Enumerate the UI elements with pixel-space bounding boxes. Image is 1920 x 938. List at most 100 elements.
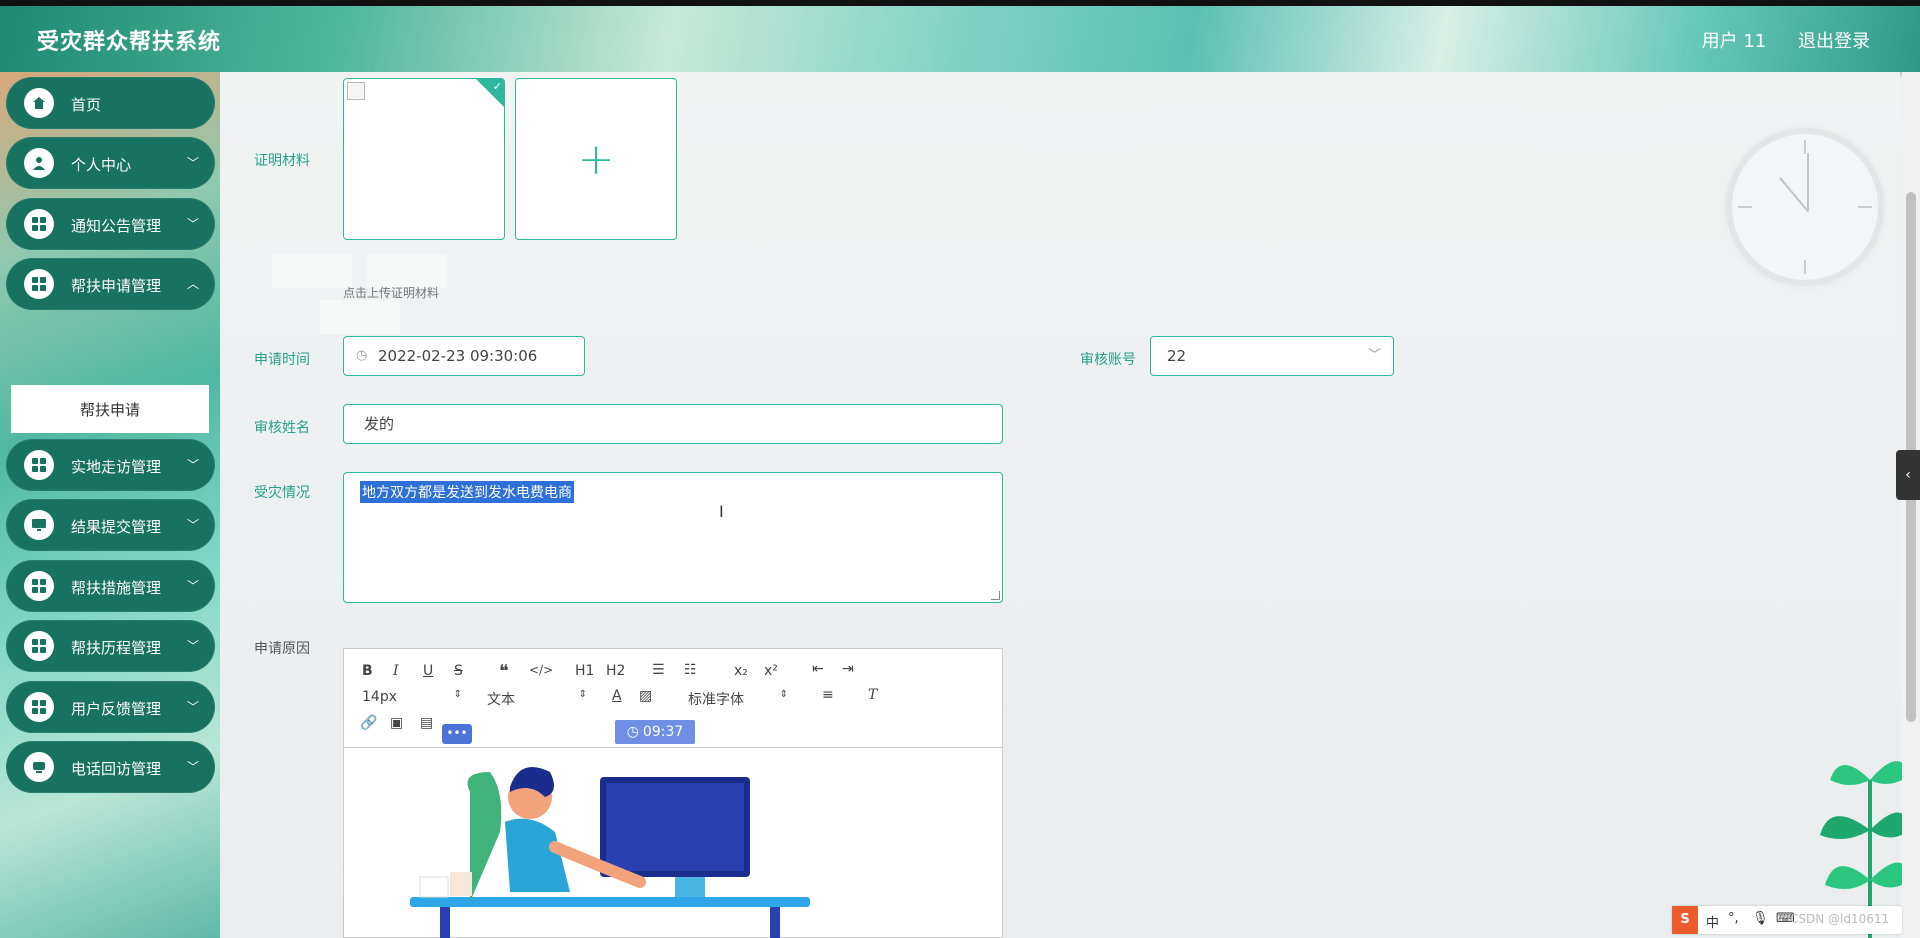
time-badge: ◷ 09:37 (615, 720, 695, 744)
time-badge-value: 09:37 (642, 724, 684, 740)
review-name-label: 审核姓名 (254, 420, 310, 436)
app-header: 受灾群众帮扶系统 用户 11 退出登录 (0, 0, 1920, 72)
resize-grip[interactable] (991, 591, 1000, 600)
sidebar-item-history[interactable]: 帮扶历程管理 ﹀ (6, 620, 215, 672)
chevron-down-icon: ﹀ (1367, 348, 1381, 363)
disaster-label: 受灾情况 (254, 485, 310, 501)
bold-button[interactable]: B (362, 663, 373, 679)
chevron-down-icon: ﹀ (186, 639, 199, 653)
italic-button[interactable]: I (393, 663, 399, 679)
sidebar-item-label: 帮扶申请管理 (71, 277, 162, 295)
ime-logo: S (1672, 906, 1698, 934)
font-color-icon[interactable]: A (612, 688, 622, 704)
code-button[interactable]: </> (529, 663, 553, 677)
proof-label: 证明材料 (254, 153, 310, 169)
updown-icon: ⇕ (779, 689, 788, 700)
sidebar-item-notice[interactable]: 通知公告管理 ﹀ (6, 198, 215, 250)
clock-tick (1804, 260, 1806, 274)
clear-format-icon[interactable]: T (868, 687, 877, 703)
upload-hint: 点击上传证明材料 (343, 286, 440, 300)
align-icon[interactable]: ≡ (822, 687, 834, 703)
home-icon (24, 88, 54, 118)
sidebar-item-measure[interactable]: 帮扶措施管理 ﹀ (6, 560, 215, 612)
sidebar-item-label: 实地走访管理 (71, 458, 162, 476)
ordered-list-icon[interactable]: ☰ (652, 662, 665, 678)
monitor-icon (24, 510, 54, 540)
subscript-button[interactable]: x₂ (734, 663, 748, 679)
watermark: CSDN @ld10611 (1790, 912, 1890, 926)
h1-button[interactable]: H1 (575, 663, 594, 679)
clock-hand-minute (1807, 153, 1809, 211)
image-icon[interactable]: ▣ (390, 715, 403, 731)
clock-icon: ◷ (356, 348, 368, 363)
chevron-down-icon: ﹀ (186, 518, 199, 532)
apply-time-value: 2022-02-23 09:30:06 (378, 347, 538, 365)
person-at-desk-illustration (410, 767, 810, 938)
chevron-down-icon: ﹀ (186, 700, 199, 714)
wall-clock-decoration (1726, 128, 1884, 286)
chevron-down-icon: ﹀ (186, 579, 199, 593)
indent-icon[interactable]: ⇥ (842, 661, 854, 677)
main-content: 证明材料 ✓ + 点击上传证明材料 申请时间 ◷ 2022-02-23 09:3… (220, 72, 1900, 938)
sidebar-item-feedback[interactable]: 用户反馈管理 ﹀ (6, 681, 215, 733)
logout-link[interactable]: 退出登录 (1798, 31, 1870, 52)
review-name-input[interactable]: 发的 (343, 404, 1003, 444)
decor-box (272, 254, 352, 288)
font-size-value: 14px (362, 689, 397, 705)
sidebar-item-label: 首页 (71, 96, 102, 114)
clock-tick (1738, 206, 1752, 208)
sidebar-item-result[interactable]: 结果提交管理 ﹀ (6, 499, 215, 551)
more-badge[interactable]: ••• (442, 724, 472, 744)
header-user-area: 用户 11 退出登录 (1676, 27, 1870, 53)
bg-color-icon[interactable]: ▨ (639, 688, 652, 704)
chevron-up-icon: ︿ (186, 277, 199, 291)
sidebar-item-apply[interactable]: 帮扶申请管理 ︿ (6, 258, 215, 310)
grid-icon (24, 571, 54, 601)
video-icon[interactable]: ▤ (420, 715, 433, 731)
review-account-select[interactable]: 22 ﹀ (1150, 336, 1394, 376)
h2-button[interactable]: H2 (606, 663, 625, 679)
sidebar-item-callback[interactable]: 电话回访管理 ﹀ (6, 741, 215, 793)
bullet-list-icon[interactable]: ☷ (684, 662, 697, 678)
clock-tick (1804, 140, 1806, 154)
font-family-value: 标准字体 (688, 692, 744, 708)
punctuation-icon[interactable]: °, (1728, 911, 1739, 926)
font-size-select[interactable]: 14px ⇕ (362, 689, 462, 705)
phone-icon (24, 752, 54, 782)
microphone-icon[interactable]: 🎙 (1752, 911, 1769, 926)
disaster-textarea[interactable]: 地方双方都是发送到发水电费电商 (343, 472, 1003, 603)
underline-button[interactable]: U (423, 663, 433, 679)
collapse-panel-button[interactable]: ‹ (1896, 450, 1920, 500)
sidebar-item-label: 电话回访管理 (71, 760, 162, 778)
grid-icon (24, 692, 54, 722)
chevron-down-icon: ﹀ (186, 760, 199, 774)
sidebar-item-personal[interactable]: 个人中心 ﹀ (6, 137, 215, 189)
clock-hand-hour (1779, 177, 1809, 213)
apply-time-input[interactable]: ◷ 2022-02-23 09:30:06 (343, 336, 585, 376)
current-user[interactable]: 用户 11 (1702, 31, 1767, 52)
upload-add-button[interactable]: + (515, 78, 677, 240)
ime-lang[interactable]: 中 (1706, 912, 1719, 931)
broken-image-icon (347, 82, 365, 100)
grid-icon (24, 209, 54, 239)
quote-button[interactable]: ❝ (499, 661, 509, 682)
strike-button[interactable]: S (454, 663, 463, 679)
uploaded-file-thumb[interactable]: ✓ (343, 78, 505, 240)
sidebar-item-home[interactable]: 首页 (6, 77, 215, 129)
updown-icon: ⇕ (578, 689, 587, 700)
link-icon[interactable]: 🔗 (360, 715, 377, 731)
disaster-value: 地方双方都是发送到发水电费电商 (360, 481, 574, 503)
sidebar: 首页 个人中心 ﹀ 通知公告管理 ﹀ 帮扶申请管理 ︿ 帮扶申请 实地走访管理 … (0, 72, 220, 938)
review-account-label: 审核账号 (1080, 352, 1136, 368)
sidebar-item-label: 帮扶历程管理 (71, 639, 162, 657)
outdent-icon[interactable]: ⇤ (812, 661, 824, 677)
block-type-select[interactable]: 文本 ⇕ (487, 689, 587, 709)
superscript-button[interactable]: x² (764, 663, 778, 679)
font-family-select[interactable]: 标准字体 ⇕ (688, 689, 788, 709)
page-scrollbar[interactable] (1902, 72, 1920, 938)
chevron-down-icon: ﹀ (186, 156, 199, 170)
sidebar-item-visit[interactable]: 实地走访管理 ﹀ (6, 439, 215, 491)
user-icon (24, 148, 54, 178)
grid-icon (24, 269, 54, 299)
sidebar-subitem-apply[interactable]: 帮扶申请 (11, 385, 209, 433)
